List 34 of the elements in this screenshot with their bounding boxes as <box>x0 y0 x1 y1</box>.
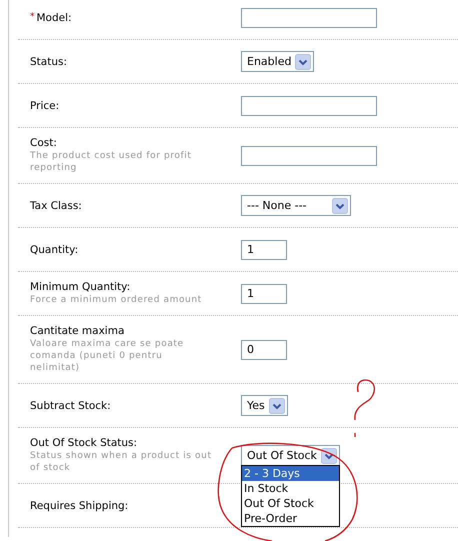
field-label: Status: <box>30 56 67 68</box>
dropdown[interactable]: Enabled <box>241 51 314 72</box>
text-field[interactable] <box>241 96 377 116</box>
dropdown-option[interactable]: Pre-Order <box>242 511 339 526</box>
dropdown[interactable]: --- None --- <box>241 195 351 216</box>
field-hint: Valoare maxima care se poate comanda (puneti 0 pentru nelimitat) <box>30 338 185 374</box>
chevron-down-icon <box>320 448 337 464</box>
field-label: Cantitate maxima <box>30 325 124 337</box>
field-hint: The product cost used for profit reporting <box>30 150 192 174</box>
chevron-down-icon <box>268 398 285 414</box>
text-field[interactable] <box>241 146 377 166</box>
field-hint: Force a minimum ordered amount <box>30 294 203 306</box>
field-label: Price: <box>30 100 60 112</box>
text-field[interactable]: 1 <box>241 284 287 304</box>
field-label: Tax Class: <box>30 200 82 212</box>
field-label: Model: <box>36 12 72 24</box>
chevron-down-icon <box>295 54 312 70</box>
dropdown-option[interactable]: 2 - 3 Days <box>242 466 339 481</box>
text-field[interactable]: 0 <box>241 340 287 360</box>
dropdown[interactable]: Yes <box>241 395 288 416</box>
question-mark <box>354 379 375 437</box>
field-label: Quantity: <box>30 244 78 256</box>
field-hint: Status shown when a product is out of stock <box>30 450 212 474</box>
field-label: Cost: <box>30 137 57 149</box>
text-field[interactable]: 1 <box>241 240 287 260</box>
field-label: Subtract Stock: <box>30 400 111 412</box>
text-field[interactable] <box>241 8 377 28</box>
dropdown-option[interactable]: In Stock <box>242 481 339 496</box>
field-label: Requires Shipping: <box>30 500 128 512</box>
required-mark: * <box>30 12 34 22</box>
field-label: Out Of Stock Status: <box>30 437 138 449</box>
field-label: Minimum Quantity: <box>30 281 130 293</box>
chevron-down-icon <box>332 198 348 214</box>
dropdown-option[interactable]: Out Of Stock <box>242 496 339 511</box>
